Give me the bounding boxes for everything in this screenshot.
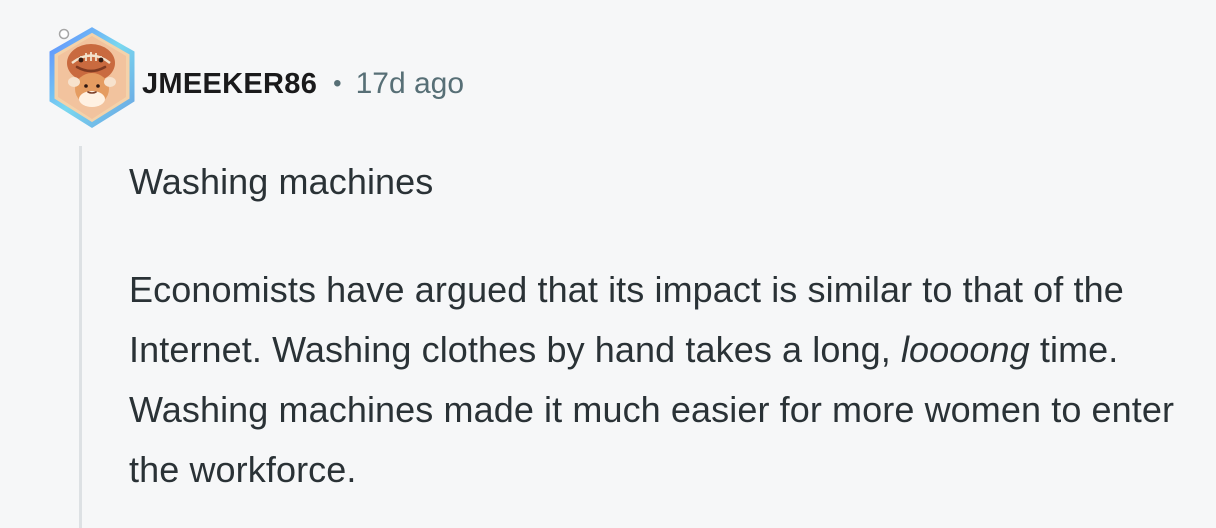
meta-separator: • [333,70,342,97]
timestamp[interactable]: 17d ago [356,67,464,101]
thread-line[interactable] [79,146,82,528]
username-link[interactable]: JMEEKER86 [142,68,317,101]
comment-meta: JMEEKER86 • 17d ago [142,62,464,106]
comment-paragraph-1: Washing machines [129,161,434,202]
avatar[interactable] [46,26,138,130]
comment-body: Washing machines Economists have argued … [129,152,1199,500]
comment-paragraph-2: Economists have argued that its impact i… [129,260,1199,500]
football-snoo-avatar-icon [49,27,135,128]
comment-emphasis: loooong [900,329,1030,370]
comment: JMEEKER86 • 17d ago Washing machines Eco… [0,0,1216,528]
